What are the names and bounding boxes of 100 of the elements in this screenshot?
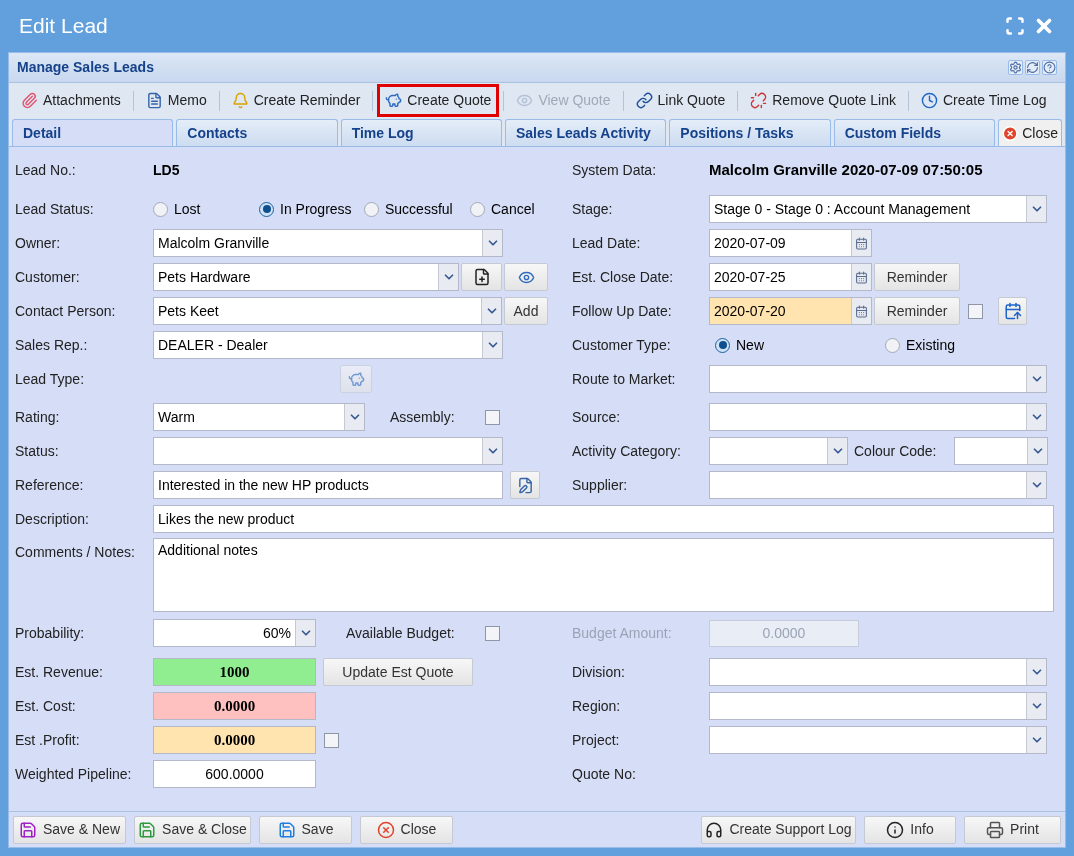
- reminder-button[interactable]: Reminder: [874, 297, 960, 325]
- dropdown[interactable]: Warm: [153, 403, 365, 431]
- lead-number: LD5: [153, 160, 180, 180]
- caret-icon: [482, 332, 502, 358]
- window-title: Edit Lead: [19, 13, 109, 40]
- dropdown[interactable]: Pets Keet: [153, 297, 502, 325]
- date-field[interactable]: 2020-07-25: [709, 263, 872, 291]
- field-label: Project:: [572, 730, 621, 750]
- link-icon: [635, 92, 653, 109]
- dropdown[interactable]: [709, 658, 1047, 686]
- toolbar-button[interactable]: Memo: [137, 84, 215, 117]
- tab[interactable]: Detail: [12, 119, 174, 146]
- toolbar-button[interactable]: Remove Quote Link: [742, 84, 904, 117]
- tab[interactable]: Positions / Tasks: [669, 119, 831, 146]
- field-label: Weighted Pipeline:: [15, 764, 133, 784]
- lead-type-button[interactable]: [340, 365, 372, 393]
- calendar-icon[interactable]: [851, 230, 871, 256]
- field-label: Est .Profit:: [15, 730, 81, 750]
- reminder-button[interactable]: Reminder: [874, 263, 960, 291]
- headset-icon: [705, 820, 724, 839]
- maximize-icon[interactable]: [1005, 16, 1025, 36]
- checkbox[interactable]: [968, 303, 983, 319]
- field-label: Owner:: [15, 233, 62, 253]
- radio-label: In Progress: [280, 199, 352, 219]
- checkbox[interactable]: [485, 409, 500, 425]
- toolbar-button[interactable]: Link Quote: [627, 84, 734, 117]
- new-customer-button[interactable]: [461, 263, 502, 291]
- toolbar-button[interactable]: Create Time Log: [913, 84, 1055, 117]
- dropdown[interactable]: Pets Hardware: [153, 263, 459, 291]
- checkbox[interactable]: [485, 625, 500, 641]
- footer-button[interactable]: Close: [360, 815, 453, 844]
- radio-button[interactable]: [715, 337, 730, 353]
- date-field[interactable]: 2020-07-20: [709, 297, 872, 325]
- info-icon: [886, 820, 905, 839]
- paperclip-icon: [21, 92, 38, 109]
- tab[interactable]: Time Log: [340, 119, 502, 146]
- footer-button[interactable]: Save: [259, 815, 352, 844]
- radio-button[interactable]: [259, 201, 274, 217]
- dropdown[interactable]: [709, 692, 1047, 720]
- text-field[interactable]: Interested in the new HP products: [153, 471, 503, 499]
- footer-button[interactable]: Info: [864, 815, 956, 844]
- printer-icon: [986, 820, 1005, 839]
- calendar-icon[interactable]: [851, 264, 871, 290]
- dropdown[interactable]: [709, 437, 848, 465]
- tab[interactable]: Custom Fields: [833, 119, 995, 146]
- toolbar-button[interactable]: Create Quote: [377, 84, 500, 117]
- calendar-button[interactable]: [998, 297, 1027, 325]
- caret-icon: [482, 438, 502, 464]
- save-icon: [18, 820, 37, 839]
- footer-button[interactable]: Print: [964, 815, 1061, 844]
- panel-title: Manage Sales Leads: [17, 58, 155, 77]
- calendar-icon[interactable]: [851, 298, 871, 324]
- caret-icon: [344, 404, 364, 430]
- memo-button[interactable]: [510, 471, 540, 499]
- dropdown[interactable]: 60%: [153, 619, 316, 647]
- add-button[interactable]: Add: [504, 297, 548, 325]
- close-icon: [376, 820, 395, 839]
- toolbar-button[interactable]: Attachments: [13, 84, 129, 117]
- caret-icon: [1026, 196, 1046, 222]
- radio-button[interactable]: [364, 201, 379, 217]
- date-field[interactable]: 2020-07-09: [709, 229, 872, 257]
- settings-icon[interactable]: [1008, 60, 1023, 75]
- help-icon[interactable]: [1042, 60, 1057, 75]
- caret-icon: [1027, 438, 1047, 464]
- field-label: Probability:: [15, 623, 86, 643]
- dropdown[interactable]: [709, 471, 1047, 499]
- tab[interactable]: Contacts: [176, 119, 338, 146]
- footer-button[interactable]: Save & Close: [134, 815, 251, 844]
- radio-button[interactable]: [470, 201, 485, 217]
- dropdown[interactable]: Malcolm Granville: [153, 229, 503, 257]
- dropdown[interactable]: DEALER - Dealer: [153, 331, 503, 359]
- footer-button[interactable]: Save & New: [13, 815, 126, 844]
- revenue-field[interactable]: 1000: [153, 658, 316, 686]
- text-field[interactable]: Likes the new product: [153, 505, 1054, 533]
- toolbar-button[interactable]: Create Reminder: [223, 84, 369, 117]
- caret-icon: [438, 264, 458, 290]
- dropdown[interactable]: [709, 403, 1047, 431]
- dropdown[interactable]: [954, 437, 1048, 465]
- field-label: Colour Code:: [854, 441, 938, 461]
- piggy-bank-icon: [385, 92, 403, 109]
- view-customer-button[interactable]: [504, 263, 548, 291]
- dropdown[interactable]: Stage 0 - Stage 0 : Account Management: [709, 195, 1047, 223]
- comments-textarea[interactable]: Additional notes: [153, 538, 1054, 612]
- refresh-icon[interactable]: [1025, 60, 1040, 75]
- profit-field[interactable]: 0.0000: [153, 726, 316, 754]
- caret-icon: [1026, 693, 1046, 719]
- tab[interactable]: Sales Leads Activity: [505, 119, 667, 146]
- update-quote-button[interactable]: Update Est Quote: [323, 658, 473, 686]
- dropdown[interactable]: [709, 726, 1047, 754]
- dropdown[interactable]: [153, 437, 503, 465]
- close-tab-button[interactable]: Close: [997, 119, 1062, 146]
- radio-button[interactable]: [885, 337, 900, 353]
- text-field[interactable]: 600.0000: [153, 760, 316, 788]
- radio-button[interactable]: [153, 201, 168, 217]
- dropdown[interactable]: [709, 365, 1047, 393]
- field-label: Customer Type:: [572, 335, 672, 355]
- cost-field[interactable]: 0.0000: [153, 692, 316, 720]
- checkbox[interactable]: [324, 732, 339, 748]
- footer-button[interactable]: Create Support Log: [701, 815, 856, 844]
- field-label: Lead Type:: [15, 369, 86, 389]
